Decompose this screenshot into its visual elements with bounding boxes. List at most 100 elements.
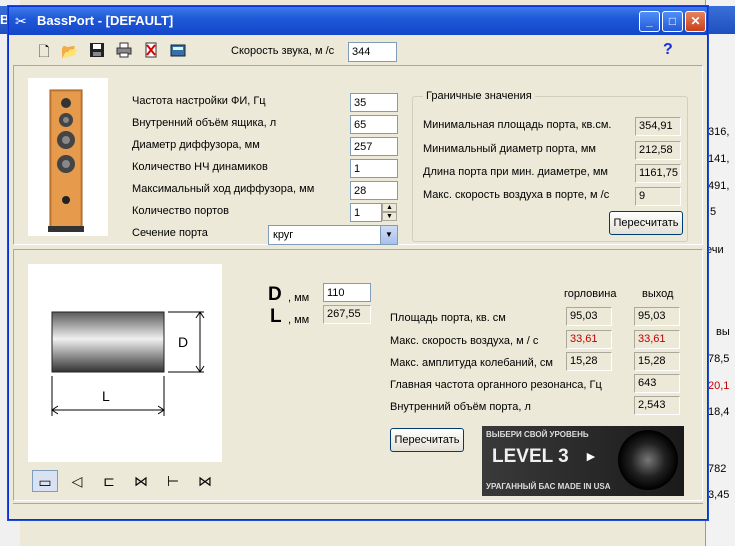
play-arrow-icon: ►	[584, 448, 598, 464]
help-icon[interactable]: ?	[663, 41, 673, 59]
app-tools-icon: ✂	[15, 13, 27, 29]
save-icon[interactable]	[88, 42, 106, 60]
diagram-l-label: L	[102, 388, 110, 404]
speaker-image	[28, 78, 108, 236]
diagram-d-label: D	[178, 334, 189, 350]
port-length-label: Длина порта при мин. диаметре, мм	[423, 166, 608, 178]
port-volume-value: 2,543	[634, 396, 680, 415]
background-window-right: 316, 141, 491, 5 ечи вы 78,5 20,1 18,4 7…	[705, 0, 735, 546]
port-count-up-button[interactable]: ▲	[382, 203, 397, 212]
port-length-letter: L	[270, 306, 282, 327]
air-speed-label: Макс. скорость воздуха, м / с	[390, 335, 539, 347]
port-diameter-letter: D	[268, 284, 282, 305]
port-volume-label: Внутренний объём порта, л	[390, 401, 531, 413]
bell-port-icon[interactable]: ⋈	[192, 470, 218, 492]
ad-main-text: LEVEL 3	[492, 446, 569, 467]
background-value: 20,1	[708, 380, 730, 392]
air-speed-throat: 33,61	[566, 330, 612, 349]
ad-banner[interactable]: ВЫБЕРИ СВОЙ УРОВЕНЬ LEVEL 3 ► УРАГАННЫЙ …	[482, 426, 684, 496]
toolbar: 🗋 📂 Скорость звука, м /с ?	[9, 35, 707, 65]
max-air-speed-value: 9	[635, 187, 681, 206]
amplitude-label: Макс. амплитуда колебаний, см	[390, 357, 553, 369]
air-speed-exit: 33,61	[634, 330, 680, 349]
woofer-count-input[interactable]	[350, 159, 398, 178]
flanged-port-icon[interactable]: ⊢	[160, 470, 186, 492]
status-bar	[13, 503, 703, 517]
chevron-down-icon[interactable]: ▼	[380, 226, 397, 244]
flared-port-icon[interactable]: ◁	[64, 470, 90, 492]
background-value: 491,	[708, 180, 730, 192]
background-value: 316,	[708, 126, 730, 138]
port-diameter-input[interactable]	[323, 283, 371, 302]
ad-bottom-text: УРАГАННЫЙ БАС MADE IN USA	[486, 482, 611, 491]
background-value: 782	[708, 463, 727, 475]
port-section-label: Сечение порта	[132, 227, 208, 239]
port-count-input[interactable]	[350, 203, 382, 222]
min-diameter-label: Минимальный диаметр порта, мм	[423, 143, 596, 155]
sound-speed-label: Скорость звука, м /с	[231, 45, 335, 57]
title-bar[interactable]: ✂ BassPort - [DEFAULT] _ □ ✕	[9, 7, 707, 35]
print-icon[interactable]	[115, 42, 133, 60]
port-length-output: 267,55	[323, 305, 371, 324]
ad-top-text: ВЫБЕРИ СВОЙ УРОВЕНЬ	[486, 430, 589, 439]
box-volume-input[interactable]	[350, 115, 398, 134]
port-shape-selector: ▭ ◁ ⊏ ⋈ ⊢ ⋈	[28, 468, 222, 494]
min-diameter-value: 212,58	[635, 141, 681, 160]
main-window: ✂ BassPort - [DEFAULT] _ □ ✕ 🗋 📂 Скорост…	[8, 6, 708, 520]
limits-recalculate-button[interactable]: Пересчитать	[609, 211, 683, 235]
port-length-unit: , мм	[288, 314, 310, 326]
port-count-down-button[interactable]: ▼	[382, 212, 397, 221]
port-recalculate-button[interactable]: Пересчитать	[390, 428, 464, 452]
port-panel: D L ▭ ◁ ⊏ ⋈ ⊢ ⋈ D , мм L , мм 267,55 гор…	[13, 249, 703, 501]
resonance-label: Главная частота органного резонанса, Гц	[390, 379, 602, 391]
port-section-select[interactable]: круг ▼	[268, 225, 398, 245]
background-value: ечи	[706, 244, 724, 256]
port-diameter-unit: , мм	[288, 292, 310, 304]
port-diagram: D L	[28, 264, 222, 462]
straight-port-icon[interactable]: ▭	[32, 470, 58, 492]
resonance-value: 643	[634, 374, 680, 393]
calculator-icon[interactable]	[169, 42, 187, 60]
background-value: 5	[710, 206, 717, 218]
minimize-button[interactable]: _	[639, 11, 660, 32]
port-count-label: Количество портов	[132, 205, 229, 217]
delete-icon[interactable]	[142, 42, 160, 60]
port-area-throat: 95,03	[566, 307, 612, 326]
port-area-exit: 95,03	[634, 307, 680, 326]
maximize-button[interactable]: □	[662, 11, 683, 32]
open-folder-icon[interactable]: 📂	[61, 42, 79, 60]
sound-speed-input[interactable]	[348, 42, 397, 62]
horn-port-icon[interactable]: ⊏	[96, 470, 122, 492]
amplitude-exit: 15,28	[634, 352, 680, 371]
background-window-right-titlebar	[705, 6, 735, 34]
background-value: 141,	[708, 153, 730, 165]
parameters-panel: Частота настройки ФИ, Гц Внутренний объё…	[13, 65, 703, 245]
limits-group-title: Граничные значения	[423, 90, 535, 102]
window-title: BassPort - [DEFAULT]	[37, 13, 174, 28]
tuning-frequency-label: Частота настройки ФИ, Гц	[132, 95, 266, 107]
box-volume-label: Внутренний объём ящика, л	[132, 117, 277, 129]
subwoofer-icon	[618, 430, 678, 490]
new-file-icon[interactable]: 🗋	[35, 42, 53, 60]
port-section-value: круг	[273, 229, 294, 241]
background-value: 78,5	[708, 353, 730, 365]
cone-diameter-input[interactable]	[350, 137, 398, 156]
max-excursion-label: Максимальный ход диффузора, мм	[132, 183, 315, 195]
background-value: 18,4	[708, 406, 730, 418]
port-area-label: Площадь порта, кв. см	[390, 312, 506, 324]
close-button[interactable]: ✕	[685, 11, 706, 32]
double-flare-port-icon[interactable]: ⋈	[128, 470, 154, 492]
column-throat-header: горловина	[564, 288, 617, 300]
cone-diameter-label: Диаметр диффузора, мм	[132, 139, 260, 151]
woofer-count-label: Количество НЧ динамиков	[132, 161, 268, 173]
limits-group: Граничные значения Минимальная площадь п…	[412, 90, 688, 242]
tuning-frequency-input[interactable]	[350, 93, 398, 112]
max-air-speed-label: Макс. скорость воздуха в порте, м /с	[423, 189, 610, 201]
amplitude-throat: 15,28	[566, 352, 612, 371]
port-length-value: 1161,75	[635, 164, 681, 183]
max-excursion-input[interactable]	[350, 181, 398, 200]
min-area-value: 354,91	[635, 117, 681, 136]
min-area-label: Минимальная площадь порта, кв.см.	[423, 119, 612, 131]
column-exit-header: выход	[642, 288, 674, 300]
background-value: вы	[716, 326, 730, 338]
